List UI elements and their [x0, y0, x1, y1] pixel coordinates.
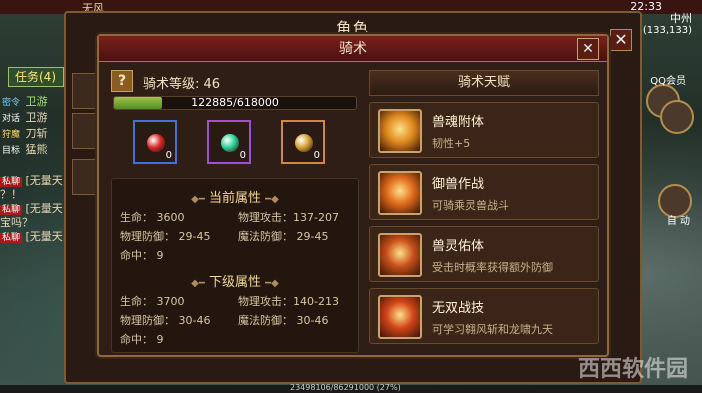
role-tab-3[interactable] — [72, 159, 100, 195]
next-mdef: 魔法防御： 30-46 — [238, 314, 329, 327]
riding-info: ? 骑术等级: 46 122885/618000 0 0 0 ◆━ 当前属性 ━… — [111, 70, 359, 353]
chat-line: 目标 猛熊 — [2, 143, 48, 156]
beast-fight-icon — [378, 171, 422, 215]
red-gem-icon — [147, 134, 165, 152]
current-attr-title: ◆━ 当前属性 ━◆ — [191, 191, 279, 206]
green-gem-icon — [221, 134, 239, 152]
role-tab-1[interactable] — [72, 73, 100, 109]
gem-slot-gold[interactable]: 0 — [281, 120, 325, 164]
bottom-exp-text: 23498106/86291000 (27%) — [290, 383, 401, 392]
talent-item[interactable]: 兽灵佑体 受击时概率获得额外防御 — [369, 226, 599, 282]
talent-item[interactable]: 无双战技 可学习翱风斩和龙啸九天 — [369, 288, 599, 344]
next-patk: 物理攻击：140-213 — [238, 295, 339, 308]
beast-shield-icon — [378, 233, 422, 277]
riding-exp-bar: 122885/618000 — [113, 96, 357, 110]
next-hit: 命中： 9 — [120, 333, 164, 346]
riding-exp-text: 122885/618000 — [191, 96, 279, 109]
riding-level: 骑术等级: 46 — [143, 77, 221, 92]
next-hp: 生命： 3700 — [120, 295, 185, 308]
gem-slot-red[interactable]: 0 — [133, 120, 177, 164]
riding-panel: 骑术 ✕ ? 骑术等级: 46 122885/618000 0 0 0 ◆━ 当… — [97, 34, 609, 357]
chat-line: 私聊 [无量天 — [0, 230, 63, 243]
beast-soul-icon — [378, 109, 422, 153]
talent-item[interactable]: 兽魂附体 韧性+5 — [369, 102, 599, 158]
attribute-box: ◆━ 当前属性 ━◆ 生命： 3600 物理攻击：137-207 物理防御： 2… — [111, 178, 359, 353]
riding-panel-title: 骑术 — [99, 36, 607, 62]
chat-line: 密令 卫游 — [2, 95, 48, 108]
qq-member-label: QQ会员 — [650, 76, 686, 87]
help-icon[interactable]: ? — [111, 70, 133, 92]
peerless-skill-icon — [378, 295, 422, 339]
role-close-button[interactable]: ✕ — [610, 29, 632, 51]
current-hp: 生命： 3600 — [120, 211, 185, 224]
next-pdef: 物理防御： 30-46 — [120, 314, 211, 327]
auto-label: 自 动 — [666, 216, 690, 227]
chat-line: 对话 卫游 — [2, 111, 48, 124]
coordinates: (133,133) — [642, 25, 692, 36]
gem-slot-green[interactable]: 0 — [207, 120, 251, 164]
watermark: 西西软件园 — [577, 357, 688, 382]
current-pdef: 物理防御： 29-45 — [120, 230, 211, 243]
current-patk: 物理攻击：137-207 — [238, 211, 339, 224]
current-hit: 命中： 9 — [120, 249, 164, 262]
menu-round-button[interactable] — [660, 100, 694, 134]
talent-list: 骑术天赋 兽魂附体 韧性+5 御兽作战 可骑乘灵兽战斗 兽灵佑体 受击时概率获得… — [369, 70, 599, 353]
next-attr-title: ◆━ 下级属性 ━◆ — [191, 275, 279, 290]
riding-close-button[interactable]: ✕ — [577, 38, 599, 60]
chat-line: 狩魔 刀斩 — [2, 127, 48, 140]
talent-title: 骑术天赋 — [369, 70, 599, 96]
gold-gem-icon — [295, 134, 313, 152]
quest-button[interactable]: 任务(4) — [8, 67, 64, 87]
current-mdef: 魔法防御： 29-45 — [238, 230, 329, 243]
role-tab-2[interactable] — [72, 113, 100, 149]
region-name: 中州 — [670, 12, 692, 25]
talent-item[interactable]: 御兽作战 可骑乘灵兽战斗 — [369, 164, 599, 220]
bottom-exp-bar: 23498106/86291000 (27%) — [0, 383, 702, 393]
